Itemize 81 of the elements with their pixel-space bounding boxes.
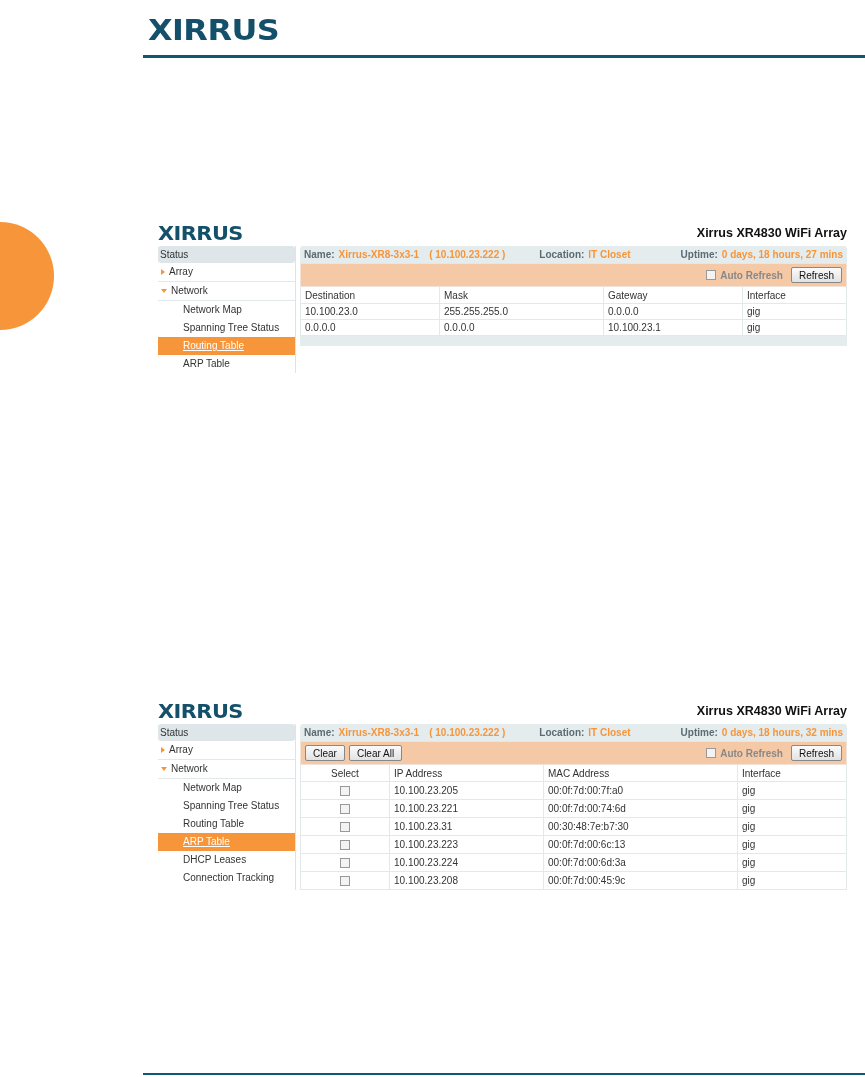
column-header: IP Address	[389, 765, 544, 782]
location-value: IT Closet	[588, 249, 631, 260]
table-cell: 10.100.23.223	[389, 835, 544, 854]
window-title: Xirrus XR4830 WiFi Array	[696, 226, 847, 240]
table-cell: 0.0.0.0	[300, 319, 440, 336]
table-cell: 10.100.23.0	[300, 303, 440, 320]
table-cell: gig	[737, 799, 847, 818]
refresh-button[interactable]: Refresh	[791, 745, 842, 761]
sidebar-item[interactable]: ARP Table	[158, 355, 295, 373]
sidebar-item[interactable]: Network Map	[158, 779, 295, 797]
table-cell: 10.100.23.1	[603, 319, 743, 336]
column-header: Select	[300, 765, 390, 782]
sidebar-item[interactable]: Routing Table	[158, 815, 295, 833]
table-cell: gig	[742, 303, 847, 320]
column-header: Interface	[737, 765, 847, 782]
checkbox[interactable]	[340, 858, 350, 869]
xirrus-logo: XIRRUS	[158, 701, 243, 721]
table-cell: 00:0f:7d:00:7f:a0	[543, 781, 738, 800]
sidebar-item[interactable]: Array	[158, 741, 295, 760]
sidebar-item[interactable]: Spanning Tree Status	[158, 797, 295, 815]
refresh-button[interactable]: Refresh	[791, 267, 842, 283]
table-cell: gig	[737, 853, 847, 872]
checkbox[interactable]	[706, 270, 717, 280]
table-cell: 10.100.23.205	[389, 781, 544, 800]
table-cell: 255.255.255.0	[439, 303, 604, 320]
column-header: MAC Address	[543, 765, 738, 782]
sidebar-item[interactable]: DHCP Leases	[158, 851, 295, 869]
sidebar-item[interactable]: Spanning Tree Status	[158, 319, 295, 337]
auto-refresh-label: Auto Refresh	[720, 269, 783, 281]
table-cell: gig	[737, 835, 847, 854]
location-label: Location:	[539, 727, 585, 738]
uptime-value: 0 days, 18 hours, 32 mins	[721, 727, 843, 738]
name-label: Name:	[304, 727, 335, 738]
sidebar-item[interactable]: Network Map	[158, 301, 295, 319]
xirrus-logo: XIRRUS	[158, 223, 243, 243]
table-cell: 0.0.0.0	[439, 319, 604, 336]
location-value: IT Closet	[588, 727, 631, 738]
column-header: Mask	[439, 287, 604, 304]
sidebar-item[interactable]: Array	[158, 263, 295, 282]
name-label: Name:	[304, 249, 335, 260]
checkbox[interactable]	[340, 876, 350, 887]
sidebar-item[interactable]: Connection Tracking	[158, 869, 295, 887]
sidebar-item[interactable]: Network	[158, 760, 295, 779]
uptime-value: 0 days, 18 hours, 27 mins	[721, 249, 843, 260]
column-header: Gateway	[603, 287, 743, 304]
checkbox[interactable]	[706, 748, 717, 758]
table-cell: 10.100.23.224	[389, 853, 544, 872]
toolbar-button[interactable]: Clear All	[348, 745, 403, 761]
table-cell: 10.100.23.221	[389, 799, 544, 818]
table-cell: gig	[737, 871, 847, 890]
table-cell: 00:0f:7d:00:6c:13	[543, 835, 738, 854]
ip-address: ( 10.100.23.222 )	[429, 249, 506, 260]
table-cell: gig	[737, 817, 847, 836]
xirrus-logo: XIRRUS	[148, 16, 280, 45]
auto-refresh-label: Auto Refresh	[720, 747, 783, 759]
window-title: Xirrus XR4830 WiFi Array	[696, 704, 847, 718]
table-cell: 00:30:48:7e:b7:30	[543, 817, 738, 836]
table-cell: gig	[737, 781, 847, 800]
table-cell: 10.100.23.31	[389, 817, 544, 836]
checkbox[interactable]	[340, 840, 350, 851]
table-cell: 00:0f:7d:00:45:9c	[543, 871, 738, 890]
column-header: Interface	[742, 287, 847, 304]
uptime-label: Uptime:	[680, 727, 718, 738]
uptime-label: Uptime:	[680, 249, 718, 260]
name-value: Xirrus-XR8-3x3-1	[338, 727, 420, 738]
table-cell: 00:0f:7d:00:74:6d	[543, 799, 738, 818]
location-label: Location:	[539, 249, 585, 260]
column-header: Destination	[300, 287, 440, 304]
sidebar-header[interactable]: Status	[158, 246, 295, 263]
sidebar-header[interactable]: Status	[158, 724, 295, 741]
checkbox[interactable]	[340, 822, 350, 833]
table-cell: 0.0.0.0	[603, 303, 743, 320]
table-cell: gig	[742, 319, 847, 336]
table-cell: 00:0f:7d:00:6d:3a	[543, 853, 738, 872]
checkbox[interactable]	[340, 786, 350, 797]
sidebar-item[interactable]: Network	[158, 282, 295, 301]
ip-address: ( 10.100.23.222 )	[429, 727, 506, 738]
checkbox[interactable]	[340, 804, 350, 815]
name-value: Xirrus-XR8-3x3-1	[338, 249, 420, 260]
toolbar-button[interactable]: Clear	[305, 745, 345, 761]
table-cell: 10.100.23.208	[389, 871, 544, 890]
